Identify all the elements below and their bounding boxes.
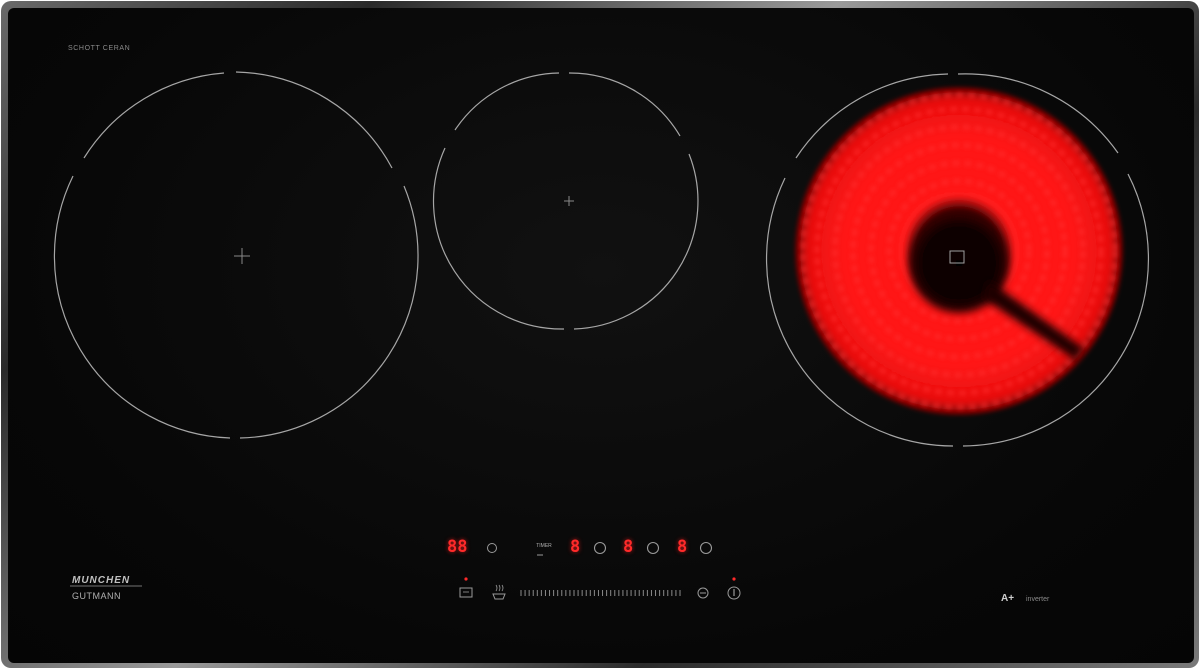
cooktop-frame: SCHOTT CERAN MUNCHEN GUTMANN A+ inverter…: [1, 1, 1199, 668]
minus-icon[interactable]: [697, 587, 709, 599]
control-panel: [459, 541, 741, 600]
timer-select-icon[interactable]: [487, 543, 497, 553]
lock-led: [464, 577, 468, 581]
lock-icon[interactable]: [459, 587, 473, 598]
glass-surface: SCHOTT CERAN MUNCHEN GUTMANN A+ inverter…: [8, 8, 1194, 663]
warm-icon[interactable]: [492, 584, 506, 600]
power-led: [732, 577, 736, 581]
zone2-select-icon[interactable]: [646, 541, 660, 555]
zone1-select-icon[interactable]: [593, 541, 607, 555]
power-slider[interactable]: [520, 590, 681, 596]
zone3-select-icon[interactable]: [699, 541, 713, 555]
power-icon[interactable]: [727, 586, 741, 600]
